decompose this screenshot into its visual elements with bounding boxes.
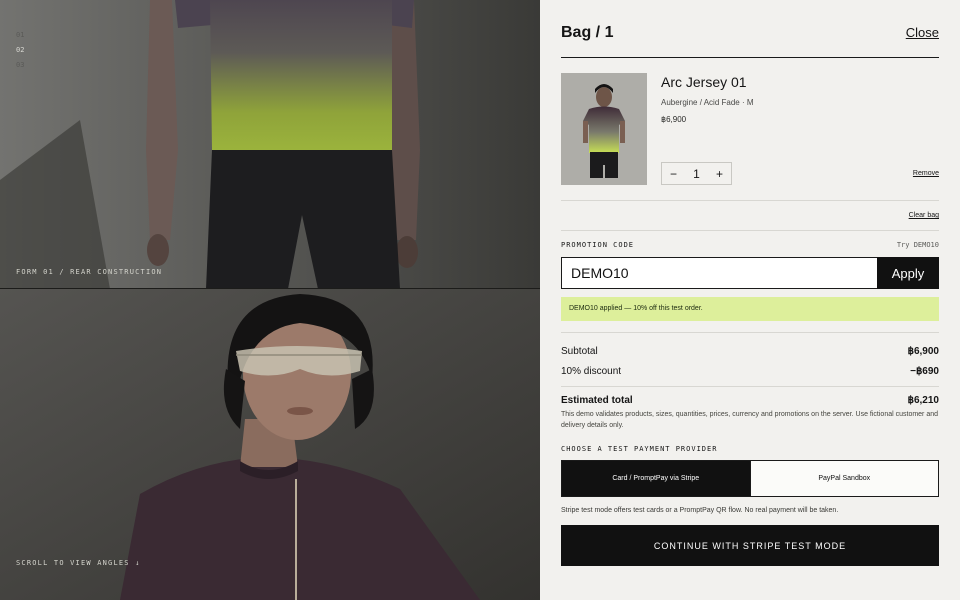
close-button[interactable]: Close	[906, 25, 939, 40]
bag-drawer: Bag / 1 Close Arc Jersey 01 Aubergine / …	[540, 0, 960, 600]
gallery-image-front	[0, 289, 540, 600]
discount-label: 10% discount	[561, 366, 622, 377]
subtotal-row: Subtotal ฿6,900	[561, 346, 939, 357]
scroll-hint: SCROLL TO VIEW ANGLES ↓	[16, 559, 141, 567]
item-thumbnail[interactable]	[561, 73, 647, 185]
promo-success-message: DEMO10 applied — 10% off this test order…	[561, 297, 939, 321]
decrement-button[interactable]: −	[662, 167, 685, 181]
divider	[561, 386, 939, 387]
front-view-illustration	[0, 289, 540, 600]
discount-row: 10% discount −฿690	[561, 366, 939, 377]
demo-disclaimer: This demo validates products, sizes, qua…	[561, 411, 939, 429]
provider-option-stripe[interactable]: Card / PromptPay via Stripe	[561, 460, 751, 497]
subtotal-label: Subtotal	[561, 346, 598, 357]
provider-note: Stripe test mode offers test cards or a …	[561, 507, 839, 514]
gallery-index-02[interactable]: 02	[16, 43, 24, 58]
item-thumbnail-illustration	[561, 73, 647, 185]
apply-promo-button[interactable]: Apply	[877, 257, 939, 289]
payment-provider-label: CHOOSE A TEST PAYMENT PROVIDER	[561, 445, 718, 453]
remove-item-link[interactable]: Remove	[913, 170, 939, 177]
total-label: Estimated total	[561, 395, 633, 406]
promo-code-input[interactable]	[561, 257, 878, 289]
discount-value: −฿690	[910, 366, 939, 377]
promo-hint: Try DEMO10	[896, 241, 939, 249]
payment-provider-toggle: Card / PromptPay via Stripe PayPal Sandb…	[561, 460, 939, 497]
image-caption-rear: FORM 01 / REAR CONSTRUCTION	[16, 268, 163, 276]
gallery-index-01[interactable]: 01	[16, 28, 24, 43]
divider	[561, 332, 939, 333]
divider	[561, 230, 939, 231]
clear-bag-link[interactable]: Clear bag	[909, 212, 939, 219]
provider-option-paypal[interactable]: PayPal Sandbox	[750, 460, 939, 497]
product-gallery[interactable]: 01 02 03 FORM 01 / REAR CONSTRUCTION SCR…	[0, 0, 540, 600]
subtotal-value: ฿6,900	[907, 346, 939, 357]
item-variant: Aubergine / Acid Fade · M	[661, 98, 754, 107]
quantity-value: 1	[693, 166, 700, 181]
total-row: Estimated total ฿6,210	[561, 395, 939, 406]
gallery-image-rear	[0, 0, 540, 289]
gallery-index-03[interactable]: 03	[16, 58, 24, 73]
quantity-stepper: − 1 +	[661, 162, 732, 185]
bag-title: Bag / 1	[561, 24, 614, 41]
continue-checkout-button[interactable]: CONTINUE WITH STRIPE TEST MODE	[561, 525, 939, 566]
gallery-page-index: 01 02 03	[16, 28, 24, 73]
rear-view-illustration	[0, 0, 540, 289]
item-name[interactable]: Arc Jersey 01	[661, 74, 747, 90]
promo-label: PROMOTION CODE	[561, 241, 635, 249]
bag-header: Bag / 1 Close	[561, 24, 939, 58]
total-value: ฿6,210	[907, 395, 939, 406]
increment-button[interactable]: +	[708, 167, 731, 181]
item-price: ฿6,900	[661, 115, 687, 124]
divider	[561, 200, 939, 201]
